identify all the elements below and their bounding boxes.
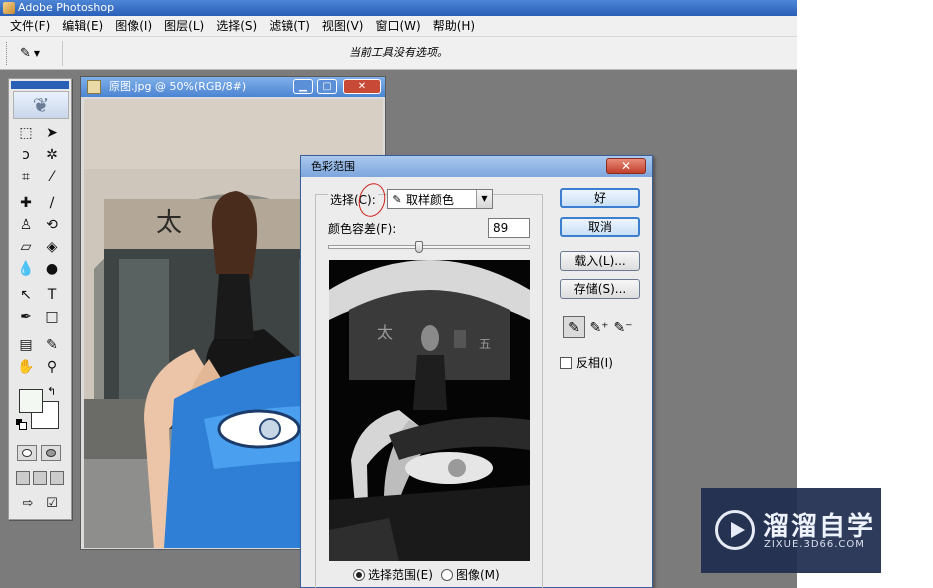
radio-selection-dot[interactable] xyxy=(353,568,365,581)
minimize-button[interactable]: ▁ xyxy=(293,79,313,94)
menu-file[interactable]: 文件(F) xyxy=(4,16,56,37)
menu-layer[interactable]: 图层(L) xyxy=(158,16,210,37)
invert-checkbox-box[interactable] xyxy=(560,356,572,369)
load-button[interactable]: 载入(L)... xyxy=(560,251,640,271)
fuzziness-label: 颜色容差(F): xyxy=(328,222,397,236)
cancel-button[interactable]: 取消 xyxy=(560,217,640,237)
select-dropdown[interactable]: ✎ 取样颜色 ▼ xyxy=(387,189,493,209)
menu-bar: 文件(F) 编辑(E) 图像(I) 图层(L) 选择(S) 滤镜(T) 视图(V… xyxy=(0,16,797,37)
close-button[interactable]: ✕ xyxy=(343,79,381,94)
eraser-icon[interactable]: ▱ xyxy=(15,237,37,257)
slice-icon[interactable]: ⁄ xyxy=(41,167,63,187)
fuzziness-slider-thumb[interactable] xyxy=(414,241,423,253)
edit-in-imageready-icon[interactable]: ☑ xyxy=(41,493,63,513)
brush-icon[interactable]: ∕ xyxy=(41,193,63,213)
quick-mask-button[interactable] xyxy=(41,445,61,461)
svg-text:太: 太 xyxy=(377,323,393,342)
history-brush-icon[interactable]: ⟲ xyxy=(41,215,63,235)
swap-colors-icon[interactable]: ↰ xyxy=(47,385,56,398)
zoom-icon[interactable]: ⚲ xyxy=(41,357,63,377)
document-title: 原图.jpg @ 50%(RGB/8#) xyxy=(109,80,247,93)
watermark-url: ZIXUE.3D66.COM xyxy=(764,539,865,550)
default-colors-icon[interactable] xyxy=(16,419,27,430)
play-logo-icon xyxy=(715,510,755,550)
dialog-title: 色彩范围 xyxy=(311,160,355,173)
radio-selection[interactable]: 选择范围(E) xyxy=(353,566,433,583)
hand-icon[interactable]: ✋ xyxy=(15,357,37,377)
selection-preview[interactable]: 太 五 xyxy=(329,260,530,561)
menu-view[interactable]: 视图(V) xyxy=(316,16,370,37)
rectangle-icon[interactable]: □ xyxy=(41,307,63,327)
watermark-name: 溜溜自学 xyxy=(763,512,876,542)
options-message: 当前工具没有选项。 xyxy=(349,46,448,59)
healing-icon[interactable]: ✚ xyxy=(15,193,37,213)
eyedropper-plus-icon[interactable]: ✎⁺ xyxy=(588,316,610,338)
menu-select[interactable]: 选择(S) xyxy=(210,16,263,37)
fuzziness-slider-track[interactable] xyxy=(328,245,530,249)
move-icon[interactable]: ➤ xyxy=(41,123,63,143)
eyedropper-minus-icon[interactable]: ✎⁻ xyxy=(612,316,634,338)
feather-logo-icon[interactable]: ❦ xyxy=(13,91,69,119)
notes-icon[interactable]: ▤ xyxy=(15,335,37,355)
invert-checkbox[interactable]: 反相(I) xyxy=(560,354,613,371)
app-title: Adobe Photoshop xyxy=(18,1,115,14)
paint-bucket-icon[interactable]: ◈ xyxy=(41,237,63,257)
radio-image-label: 图像(M) xyxy=(455,568,500,582)
invert-label: 反相(I) xyxy=(576,356,613,370)
menu-help[interactable]: 帮助(H) xyxy=(427,16,481,37)
watermark-badge: 溜溜自学 ZIXUE.3D66.COM xyxy=(701,488,881,573)
lasso-icon[interactable]: ↄ xyxy=(15,145,37,165)
eyedropper-icon[interactable]: ✎ xyxy=(41,335,63,355)
radio-selection-label: 选择范围(E) xyxy=(368,568,433,582)
document-titlebar[interactable]: 原图.jpg @ 50%(RGB/8#) ▁ ▢ ✕ xyxy=(81,77,385,97)
radio-image-dot[interactable] xyxy=(440,568,453,581)
document-icon xyxy=(87,80,101,94)
eyedropper-icon[interactable]: ✎ xyxy=(563,316,585,338)
jump-to-imageready-icon[interactable]: ⇨ xyxy=(17,493,39,513)
marquee-icon[interactable]: ⬚ xyxy=(15,123,37,143)
radio-image[interactable]: 图像(M) xyxy=(440,566,500,583)
eyedropper-icon: ✎ xyxy=(392,192,402,206)
app-titlebar: Adobe Photoshop xyxy=(0,0,797,16)
options-bar: ✎ ▼ 当前工具没有选项。 xyxy=(0,37,797,70)
menu-filter[interactable]: 滤镜(T) xyxy=(263,16,316,37)
dodge-icon[interactable]: ● xyxy=(41,259,63,279)
toolbox: ❦ ⬚ ➤ ↄ ✲ ⌗ ⁄ ✚ ∕ ♙ ⟲ ▱ ◈ 💧 ● ↖ T ✒ □ ▤ … xyxy=(8,78,72,520)
menu-window[interactable]: 窗口(W) xyxy=(369,16,426,37)
photoshop-app-icon xyxy=(3,2,15,14)
toolbox-header[interactable] xyxy=(11,81,69,89)
standard-mode-button[interactable] xyxy=(17,445,37,461)
menu-edit[interactable]: 编辑(E) xyxy=(56,16,109,37)
path-select-icon[interactable]: ↖ xyxy=(15,285,37,305)
dialog-close-button[interactable]: ✕ xyxy=(606,158,646,174)
svg-text:太: 太 xyxy=(156,208,182,238)
preview-mode-group: 选择范围(E) 图像(M) xyxy=(353,566,500,583)
screen-mode-standard-icon[interactable] xyxy=(16,471,30,485)
svg-text:五: 五 xyxy=(479,337,491,351)
screen-mode-full-icon[interactable] xyxy=(50,471,64,485)
color-range-dialog: 色彩范围 ✕ 选择(C): ✎ 取样颜色 ▼ 颜色容差(F): 89 太 五 选… xyxy=(300,155,653,588)
menu-image[interactable]: 图像(I) xyxy=(109,16,158,37)
dialog-titlebar[interactable]: 色彩范围 ✕ xyxy=(301,156,652,177)
chevron-down-icon[interactable]: ▼ xyxy=(476,190,492,208)
foreground-color-swatch[interactable] xyxy=(19,389,43,413)
type-icon[interactable]: T xyxy=(41,285,63,305)
select-dropdown-value: 取样颜色 xyxy=(406,192,455,207)
pen-icon[interactable]: ✒ xyxy=(15,307,37,327)
maximize-button[interactable]: ▢ xyxy=(317,79,337,94)
crop-icon[interactable]: ⌗ xyxy=(15,167,37,187)
stamp-icon[interactable]: ♙ xyxy=(15,215,37,235)
fuzziness-input[interactable]: 89 xyxy=(488,218,530,238)
blur-icon[interactable]: 💧 xyxy=(15,259,37,279)
magic-wand-icon[interactable]: ✲ xyxy=(41,145,63,165)
ok-button[interactable]: 好 xyxy=(560,188,640,208)
screen-mode-full-menu-icon[interactable] xyxy=(33,471,47,485)
preview-mask-image: 太 五 xyxy=(329,260,530,561)
save-button[interactable]: 存储(S)... xyxy=(560,279,640,299)
